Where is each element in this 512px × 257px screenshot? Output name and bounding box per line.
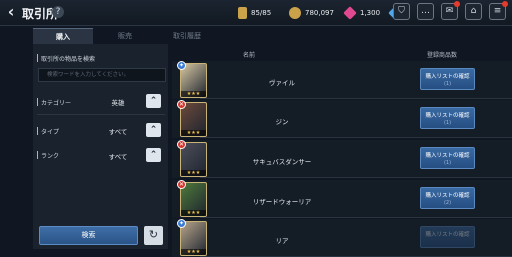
mail-icon[interactable]: ✉ [441,1,460,20]
view-buy-list-button[interactable]: 購入リストの確認 (1) [420,68,475,90]
top-bar: ‹ 取引所 ? 85/85 780,097 1,300 0 ⛉ … ✉ ⌂ ≡ [0,0,512,26]
button-label: 購入リストの確認 [425,74,470,80]
gem-counter: 1,300 [343,4,381,22]
element-badge-icon: ✕ [177,140,186,149]
tab-history[interactable]: 取引履歴 [157,28,217,44]
hero-name: ジン [275,118,289,126]
hero-name: サキュバスダンサー [252,158,312,166]
pink-gem-icon [343,6,357,20]
view-buy-list-button[interactable]: 購入リストの確認 [420,226,475,248]
tab-sell[interactable]: 販売 [95,28,155,44]
shield-icon[interactable]: ⛉ [393,3,410,20]
stamina-counter: 85/85 [238,4,271,22]
notification-dot [454,1,460,7]
row-divider [200,177,512,178]
button-label: 購入リストの確認 [425,113,470,119]
search-input[interactable]: 検索ワードを入力してください。 [38,68,166,82]
row-divider [200,137,512,138]
element-badge-icon: ✕ [177,180,186,189]
back-arrow-icon[interactable]: ‹ [3,4,19,20]
rank-chevron-icon[interactable]: ⌃ [146,148,161,162]
view-buy-list-button[interactable]: 購入リストの確認 (1) [420,147,475,169]
row-divider [200,217,512,218]
listing-count: (1) [443,160,452,166]
search-button[interactable]: 検索 [39,226,138,245]
star-rating: ★★★ [181,130,206,136]
tab-buy[interactable]: 購入 [33,28,93,44]
help-icon[interactable]: ? [52,6,64,18]
divider [37,114,165,115]
column-header-count: 登録商品数 [427,52,458,59]
list-item: ★★★ ✕ サキュバスダンサー 購入リストの確認 (1) [172,140,512,178]
section-marker [37,151,38,159]
view-buy-list-button[interactable]: 購入リストの確認 (2) [420,187,475,209]
filter-panel: 取引所の物品を検索 検索ワードを入力してください。 カテゴリー 英雄 ⌃ タイプ… [33,44,168,249]
notification-dot [502,1,508,7]
star-rating: ★★★ [181,91,206,97]
type-label: タイプ [41,129,60,136]
element-badge-icon: ✦ [177,61,186,70]
gold-counter: 780,097 [289,4,334,22]
type-select[interactable]: すべて [93,126,143,136]
listing-count: (1) [443,120,452,126]
tab-bar: 購入 販売 取引履歴 [33,28,228,44]
button-label: 購入リストの確認 [425,232,470,238]
list-item: ★★★ ✕ ジン 購入リストの確認 (1) [172,100,512,138]
star-rating: ★★★ [181,210,206,216]
gold-coin-icon [289,7,301,19]
element-badge-icon: ✕ [177,100,186,109]
section-marker [37,54,38,62]
rank-select[interactable]: すべて [93,151,143,161]
element-badge-icon: ✦ [177,219,186,228]
category-select[interactable]: 英雄 [93,97,143,107]
menu-icon[interactable]: ≡ [489,1,508,20]
stamina-value: 85/85 [251,9,272,17]
chat-icon[interactable]: … [417,3,434,20]
column-header-name: 名前 [243,52,256,59]
listing-count: (1) [443,81,452,87]
list-item: ★★★ ✦ リア 購入リストの確認 [172,219,512,257]
list-item: ★★★ ✕ リザードウォーリア 購入リストの確認 (2) [172,180,512,218]
listing-count: (2) [443,200,452,206]
section-marker [37,127,38,135]
button-label: 購入リストの確認 [425,153,470,159]
home-icon[interactable]: ⌂ [465,3,482,20]
category-chevron-icon[interactable]: ⌃ [146,94,161,108]
view-buy-list-button[interactable]: 購入リストの確認 (1) [420,107,475,129]
reset-icon[interactable]: ↻ [144,226,163,245]
hero-name: リア [275,237,289,245]
search-heading: 取引所の物品を検索 [41,56,96,63]
section-marker [37,98,38,106]
star-rating: ★★★ [181,249,206,255]
gem-value: 1,300 [360,9,381,17]
star-rating: ★★★ [181,170,206,176]
hero-name: ヴァイル [269,79,295,87]
hero-name: リザードウォーリア [252,198,312,206]
button-label: 購入リストの確認 [425,193,470,199]
rank-label: ランク [41,153,60,160]
row-divider [200,98,512,99]
list-item: ★★★ ✦ ヴァイル 購入リストの確認 (1) [172,61,512,99]
type-chevron-icon[interactable]: ⌃ [146,123,161,137]
hourglass-icon [238,7,247,19]
category-label: カテゴリー [41,100,72,107]
gold-value: 780,097 [305,9,334,17]
